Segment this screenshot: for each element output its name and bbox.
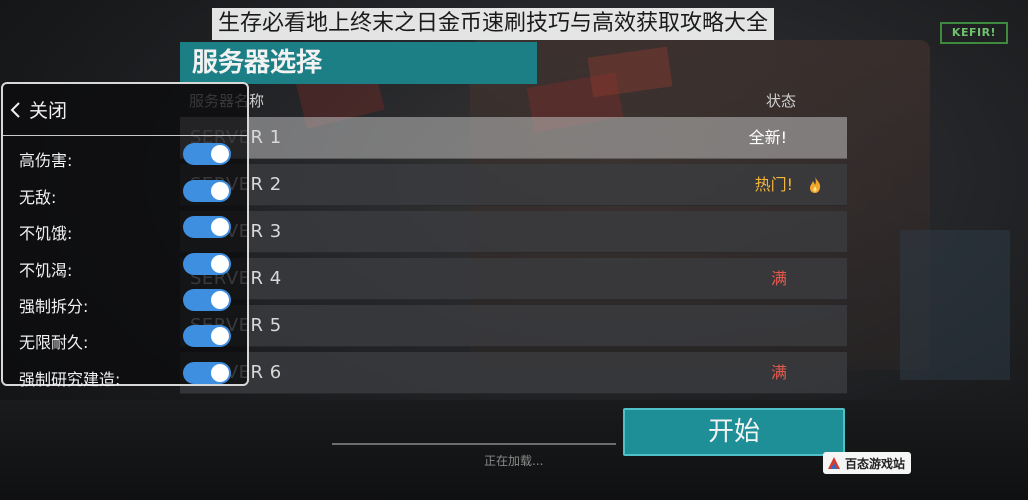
article-headline: 生存必看地上终末之日金币速刷技巧与高效获取攻略大全 (212, 8, 775, 40)
loading-bar (332, 443, 616, 445)
background-ground (0, 400, 1028, 500)
server-select-title: 服务器选择 (180, 42, 537, 84)
toggle-knob (211, 291, 229, 309)
server-status: 全新! (748, 128, 787, 147)
cheat-menu-close[interactable]: 关闭 (3, 84, 247, 136)
cheat-label: 无限耐久: (19, 333, 89, 352)
server-row[interactable]: SERVER 1 全新! (180, 117, 847, 159)
toggle-high-damage[interactable] (183, 143, 231, 165)
server-status: 满 (770, 269, 787, 288)
start-button[interactable]: 开始 (623, 408, 845, 456)
toggle-knob (211, 218, 229, 236)
server-row[interactable]: SERVER 4 满 (180, 258, 847, 300)
column-header-status: 状态 (766, 92, 797, 110)
server-status: 满 (770, 363, 787, 382)
toggle-knob (211, 364, 229, 382)
background-building (900, 230, 1010, 380)
chevron-left-icon (10, 101, 20, 118)
cheat-label: 不饥饿: (19, 224, 73, 243)
toggle-knob (211, 327, 229, 345)
server-status: 热门! (754, 175, 793, 194)
toggle-no-hunger[interactable] (183, 216, 231, 238)
cheat-label: 不饥渴: (19, 261, 73, 280)
toggle-knob (211, 145, 229, 163)
brand-logo: KEFIR! (940, 22, 1008, 44)
toggle-force-research[interactable] (183, 362, 231, 384)
toggle-knob (211, 255, 229, 273)
toggle-infinite-durability[interactable] (183, 325, 231, 347)
fire-icon (810, 177, 821, 193)
loading-text: 正在加载... (484, 454, 544, 468)
toggle-force-split[interactable] (183, 289, 231, 311)
server-row[interactable]: SERVER 3 (180, 211, 847, 253)
site-logo-icon (828, 457, 840, 469)
server-row[interactable]: SERVER 2 热门! (180, 164, 847, 206)
cheat-label: 无敌: (19, 188, 57, 207)
cheat-label: 强制研究建造: (19, 370, 121, 389)
close-label: 关闭 (29, 100, 68, 122)
cheat-label: 高伤害: (19, 151, 73, 170)
site-name: 百态游戏站 (845, 456, 906, 471)
toggle-invincible[interactable] (183, 180, 231, 202)
server-row[interactable]: SERVER 5 (180, 305, 847, 347)
cheat-label: 强制拆分: (19, 297, 89, 316)
server-row[interactable]: SERVER 6 满 (180, 352, 847, 394)
toggle-knob (211, 182, 229, 200)
toggle-no-thirst[interactable] (183, 253, 231, 275)
site-watermark: 百态游戏站 (823, 452, 911, 474)
